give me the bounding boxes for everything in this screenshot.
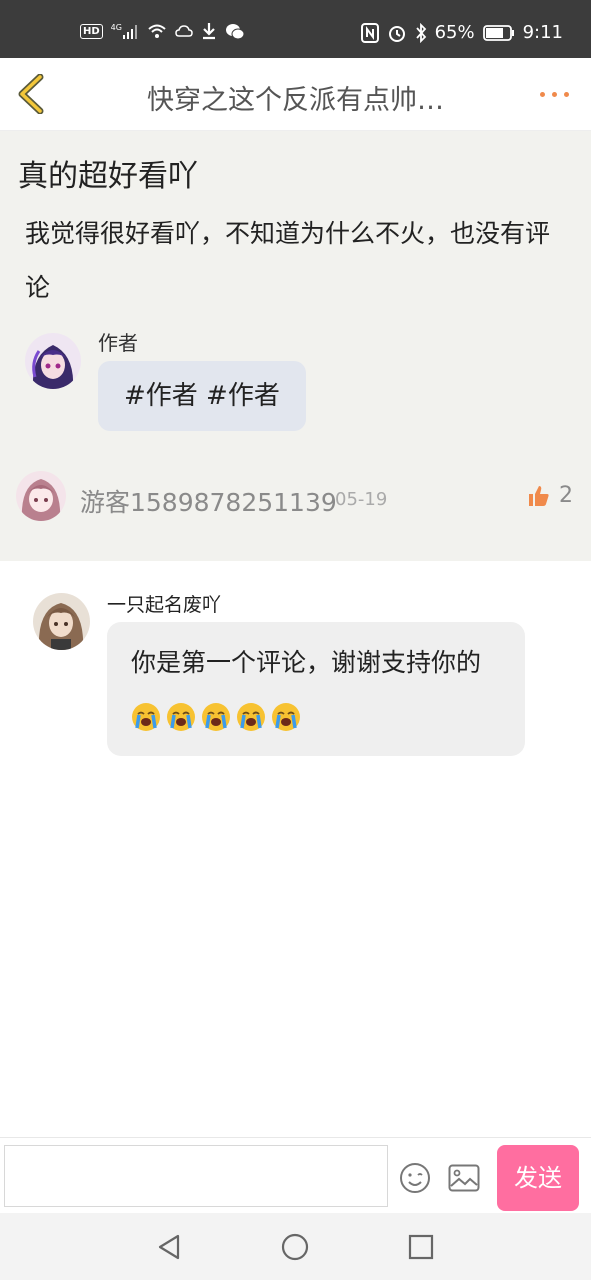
crying-face-icon	[202, 703, 230, 731]
status-right-icons: 65% 9:11	[360, 22, 563, 43]
thumbs-up-icon	[529, 485, 549, 506]
send-button[interactable]: 发送	[497, 1145, 579, 1211]
post-card: 真的超好看吖 我觉得很好看吖，不知道为什么不火，也没有评论 作者 #作者 #作者…	[0, 131, 591, 561]
nav-bar: 快穿之这个反派有点帅…	[0, 58, 591, 131]
page-title: 快穿之这个反派有点帅…	[147, 85, 444, 116]
post-body: 我觉得很好看吖，不知道为什么不火，也没有评论	[25, 219, 551, 302]
author-tag-bubble: #作者 #作者	[98, 361, 306, 431]
reply-author-name: 一只起名废吖	[107, 594, 222, 616]
clock: 9:11	[522, 22, 563, 43]
image-icon[interactable]	[448, 1164, 480, 1192]
crying-face-icon	[237, 703, 265, 731]
like-count: 2	[559, 483, 573, 508]
battery-icon	[482, 24, 514, 41]
commenter-avatar[interactable]	[16, 471, 66, 521]
more-icon[interactable]	[540, 92, 569, 97]
emoji-row	[131, 701, 306, 731]
nav-home-icon[interactable]	[281, 1233, 309, 1261]
network-type: 4G	[110, 23, 122, 32]
crying-face-icon	[272, 703, 300, 731]
nav-back-icon[interactable]	[156, 1233, 182, 1261]
reply-bubble: 你是第一个评论，谢谢支持你的	[107, 622, 525, 756]
hd-badge: HD	[80, 23, 103, 39]
nfc-icon	[360, 22, 379, 43]
status-bar: HD 4G 65% 9:11	[0, 0, 591, 58]
commenter-name: 游客1589878251139	[80, 488, 337, 517]
comment-input-bar: 发送	[0, 1137, 591, 1214]
weather-icon	[175, 25, 193, 37]
nav-recents-icon[interactable]	[408, 1234, 434, 1260]
wechat-icon	[225, 23, 245, 39]
battery-percent: 65%	[434, 22, 475, 43]
signal-icon: 4G	[111, 23, 139, 39]
bluetooth-icon	[415, 22, 426, 43]
reply-text: 你是第一个评论，谢谢支持你的	[131, 648, 482, 677]
author-avatar[interactable]	[25, 333, 81, 389]
author-name: 作者	[98, 331, 138, 355]
back-icon[interactable]	[14, 74, 48, 114]
crying-face-icon	[167, 703, 195, 731]
system-nav-bar	[0, 1213, 591, 1280]
like-button[interactable]: 2	[527, 483, 573, 508]
comment-date: 05-19	[335, 489, 388, 510]
status-left-icons: HD 4G	[80, 22, 245, 40]
download-icon	[202, 23, 215, 40]
crying-face-icon	[132, 703, 160, 731]
comment-input[interactable]	[4, 1145, 388, 1207]
post-title: 真的超好看吖	[18, 159, 198, 194]
reply-avatar[interactable]	[33, 593, 90, 650]
wifi-icon	[148, 24, 166, 38]
alarm-icon	[388, 25, 405, 42]
emoji-icon[interactable]	[399, 1162, 431, 1194]
